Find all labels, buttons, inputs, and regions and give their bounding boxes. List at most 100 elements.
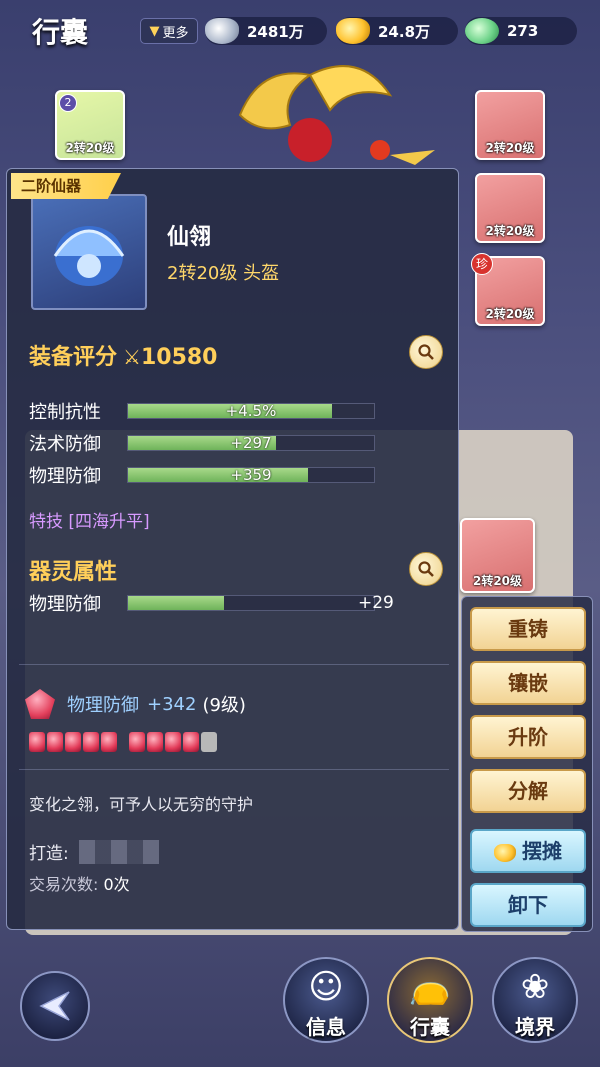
stat-bar: +297 bbox=[127, 434, 375, 452]
stall-button[interactable]: 摆摊 bbox=[470, 829, 586, 873]
recast-button[interactable]: 重铸 bbox=[470, 607, 586, 651]
gem-level: (9级) bbox=[202, 695, 246, 716]
silver-ingot-icon bbox=[205, 18, 239, 44]
currency-value: 273 bbox=[507, 22, 539, 40]
gem-bonus: +342 bbox=[147, 693, 197, 715]
chevron-down-icon: ▼ bbox=[149, 23, 160, 39]
stat-bar: +29 bbox=[127, 593, 394, 613]
gem-name: 物理防御 bbox=[67, 695, 139, 716]
nav-bag[interactable]: 👝 行囊 bbox=[387, 957, 473, 1043]
trade-label: 交易次数: bbox=[29, 875, 99, 894]
helmet-icon bbox=[53, 226, 125, 286]
soul-detail-button[interactable] bbox=[409, 552, 443, 586]
slot-level-label: 2转20级 bbox=[485, 307, 535, 321]
stat-name: 物理防御 bbox=[29, 466, 101, 487]
stat-value: +359 bbox=[230, 466, 272, 484]
equip-slot-left[interactable]: 2 2转20级 bbox=[55, 90, 125, 160]
nav-info[interactable]: ☺ 信息 bbox=[283, 957, 369, 1043]
gem-row: 物理防御 +342 (9级) bbox=[25, 689, 246, 719]
gem-slot-filled bbox=[165, 732, 181, 752]
gem-slot-filled bbox=[183, 732, 199, 752]
action-panel: 重铸 镶嵌 升阶 分解 摆摊 卸下 bbox=[461, 596, 593, 932]
gem-slot-filled bbox=[147, 732, 163, 752]
stall-label: 摆摊 bbox=[522, 839, 562, 863]
stat-value: +29 bbox=[358, 593, 394, 613]
jade-icon bbox=[465, 18, 499, 44]
stat-bar-fill bbox=[128, 596, 224, 610]
decompose-button[interactable]: 分解 bbox=[470, 769, 586, 813]
gem-slot-filled bbox=[65, 732, 81, 752]
lotus-icon: ❀ bbox=[520, 967, 550, 1007]
equip-slot-right-1[interactable]: 2转20级 bbox=[475, 90, 545, 160]
slot-level-label: 2转20级 bbox=[485, 141, 535, 155]
divider bbox=[19, 664, 449, 665]
currency-silver[interactable]: 2481万 bbox=[205, 17, 327, 45]
rare-badge: 珍 bbox=[471, 253, 493, 275]
currency-value: 24.8万 bbox=[378, 22, 431, 41]
back-button[interactable] bbox=[20, 971, 90, 1041]
soul-attributes-title: 器灵属性 bbox=[29, 560, 118, 585]
stat-value: +297 bbox=[230, 434, 272, 452]
score-detail-button[interactable] bbox=[409, 335, 443, 369]
item-description: 变化之翎，可予人以无穷的守护 bbox=[29, 795, 254, 814]
slot-level-label: 2转20级 bbox=[65, 141, 115, 155]
nav-bag-label: 行囊 bbox=[410, 1015, 450, 1039]
slot-level-label: 2转20级 bbox=[485, 224, 535, 238]
forger-name-blurred bbox=[78, 839, 159, 864]
golden-bird-decoration bbox=[238, 65, 435, 165]
gem-slot-filled bbox=[83, 732, 99, 752]
stat-bar: +359 bbox=[127, 466, 375, 484]
slot-count-badge: 2 bbox=[59, 94, 77, 112]
nav-info-label: 信息 bbox=[306, 1015, 346, 1039]
inlay-button[interactable]: 镶嵌 bbox=[470, 661, 586, 705]
currency-value: 2481万 bbox=[247, 22, 304, 41]
divider bbox=[19, 769, 449, 770]
item-subtitle: 2转20级 头盔 bbox=[167, 263, 280, 284]
currency-gold[interactable]: 24.8万 bbox=[336, 17, 458, 45]
gem-slot-filled bbox=[129, 732, 145, 752]
gem-slots bbox=[29, 732, 217, 752]
forge-row: 打造: bbox=[29, 839, 159, 864]
stat-name: 物理防御 bbox=[29, 594, 101, 615]
stat-row: 控制抗性 +4.5% bbox=[29, 398, 389, 424]
item-icon bbox=[31, 194, 147, 310]
nav-realm[interactable]: ❀ 境界 bbox=[492, 957, 578, 1043]
stat-value: +4.5% bbox=[225, 402, 277, 420]
trade-count-row: 交易次数: 0次 bbox=[29, 871, 130, 895]
magnifier-icon bbox=[418, 344, 434, 360]
stat-bar: +4.5% bbox=[127, 402, 375, 420]
score-row: 装备评分 ⚔10580 bbox=[29, 339, 218, 371]
trade-value: 0次 bbox=[103, 875, 130, 894]
score-value: 10580 bbox=[140, 345, 218, 370]
bag-item-highlight[interactable]: 2转20级 bbox=[460, 518, 535, 593]
gem-slot-filled bbox=[29, 732, 45, 752]
stat-row: 物理防御 +359 bbox=[29, 462, 389, 488]
bottom-nav: ☺ 信息 👝 行囊 ❀ 境界 bbox=[0, 945, 600, 1067]
gold-ingot-icon bbox=[336, 18, 370, 44]
upgrade-button[interactable]: 升阶 bbox=[470, 715, 586, 759]
item-name: 仙翎 bbox=[167, 225, 212, 250]
more-button[interactable]: ▼ 更多 bbox=[140, 18, 198, 44]
magnifier-icon bbox=[418, 561, 434, 577]
stat-row: 法术防御 +297 bbox=[29, 430, 389, 456]
soul-stat-row: 物理防御 +29 bbox=[29, 590, 394, 616]
item-detail-popup: 二阶仙器 仙翎 2转20级 头盔 装备评分 ⚔10580 控制抗性 +4.5% 法… bbox=[6, 168, 459, 930]
gem-slot-filled bbox=[101, 732, 117, 752]
gem-icon bbox=[25, 689, 55, 719]
nav-realm-label: 境界 bbox=[515, 1015, 555, 1039]
bag-icon: 👝 bbox=[408, 967, 452, 1007]
tier-tag: 二阶仙器 bbox=[11, 173, 121, 199]
character-icon: ☺ bbox=[308, 967, 344, 1007]
gem-slot-empty bbox=[201, 732, 217, 752]
special-skill: 特技 [四海升平] bbox=[29, 512, 150, 532]
stat-name: 控制抗性 bbox=[29, 402, 101, 423]
equip-slot-right-2[interactable]: 2转20级 bbox=[475, 173, 545, 243]
unequip-button[interactable]: 卸下 bbox=[470, 883, 586, 927]
page-title: 行囊 bbox=[32, 16, 89, 49]
stat-name: 法术防御 bbox=[29, 434, 101, 455]
compass-arrow-icon bbox=[39, 991, 70, 1021]
forge-label: 打造: bbox=[29, 844, 69, 864]
gold-ingot-icon bbox=[494, 843, 516, 862]
slot-level-label: 2转20级 bbox=[472, 574, 523, 588]
currency-jade[interactable]: 273 bbox=[465, 17, 577, 45]
